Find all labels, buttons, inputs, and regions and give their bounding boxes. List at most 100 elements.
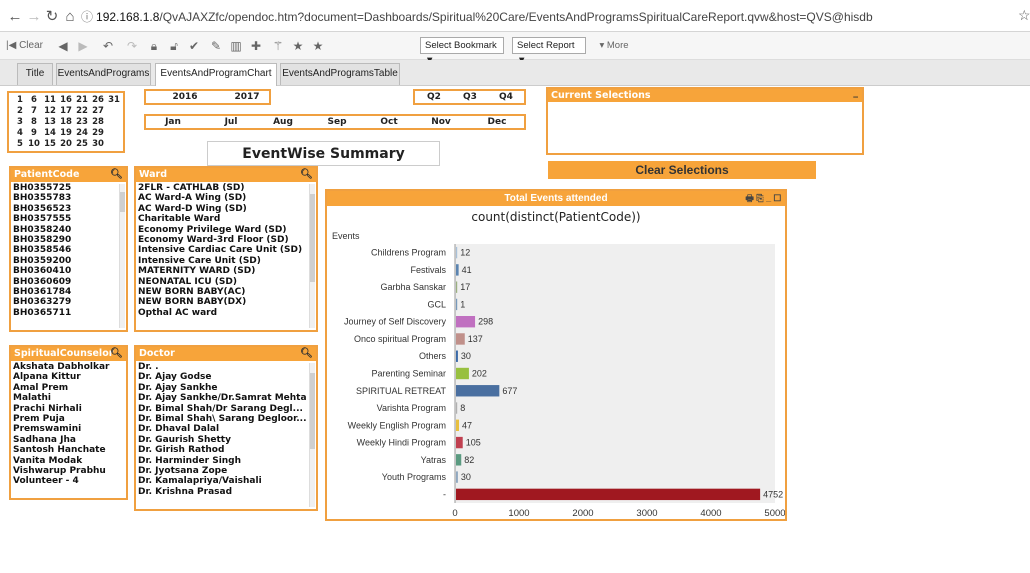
spiritual-counselor-item[interactable]: Santosh Hanchate	[11, 445, 124, 455]
back-icon[interactable]: ◀	[56, 38, 70, 54]
doctor-item[interactable]: Dr. Dhaval Dalal	[136, 424, 307, 434]
tab-events-and-program-chart[interactable]: EventsAndProgramChart	[155, 63, 277, 86]
day-cell[interactable]: 1	[13, 95, 27, 106]
ward-item[interactable]: AC Ward-D Wing (SD)	[136, 204, 307, 214]
search-icon[interactable]: 🔍︎	[300, 347, 313, 361]
day-cell[interactable]: 4	[13, 128, 27, 139]
doctor-item[interactable]: Dr. Gaurish Shetty	[136, 435, 307, 445]
forward-icon[interactable]: ▶	[76, 38, 90, 54]
print-icon[interactable]: 🖶	[745, 193, 754, 203]
doctor-item[interactable]: Dr. Ajay Sankhe	[136, 383, 307, 393]
spiritual-counselor-item[interactable]: Vanita Modak	[11, 456, 124, 466]
day-cell[interactable]: 18	[59, 117, 73, 128]
spiritual-counselor-item[interactable]: Alpana Kittur	[11, 372, 124, 382]
patient-code-item[interactable]: BH0358546	[11, 245, 117, 255]
patient-code-item[interactable]: BH0358240	[11, 225, 117, 235]
day-cell[interactable]: 14	[43, 128, 57, 139]
search-icon[interactable]: 🔍︎	[300, 168, 313, 182]
ward-item[interactable]: AC Ward-A Wing (SD)	[136, 193, 307, 203]
select-report-dropdown[interactable]: Select Report ▼	[512, 37, 586, 66]
day-cell[interactable]: 29	[91, 128, 105, 139]
day-cell[interactable]: 17	[59, 106, 73, 117]
doctor-item[interactable]: Dr. .	[136, 362, 307, 372]
tab-title[interactable]: Title	[17, 63, 53, 85]
spiritual-counselor-item[interactable]: Amal Prem	[11, 383, 124, 393]
doctor-item[interactable]: Dr. Ajay Godse	[136, 372, 307, 382]
minimize-icon[interactable]: _	[766, 193, 771, 203]
spiritual-counselor-item[interactable]: Volunteer - 4	[11, 476, 124, 486]
doctor-item[interactable]: Dr. Jyotsana Zope	[136, 466, 307, 476]
day-cell[interactable]: 27	[91, 106, 105, 117]
ward-item[interactable]: 2FLR - CATHLAB (SD)	[136, 183, 307, 193]
search-icon[interactable]: 🔍︎	[110, 347, 123, 361]
patient-code-item[interactable]: BH0358290	[11, 235, 117, 245]
chart-icon[interactable]: ▥	[228, 38, 244, 54]
unlock-icon[interactable]: 🔓︎	[166, 38, 182, 54]
doctor-item[interactable]: Dr. Krishna Prasad	[136, 487, 307, 497]
wand-icon[interactable]: ⚚	[270, 38, 286, 54]
clear-button[interactable]: |◀ Clear	[6, 38, 48, 54]
patient-code-item[interactable]: BH0365711	[11, 308, 117, 318]
home-icon[interactable]: ⌂	[61, 7, 79, 27]
year-2017[interactable]: 2017	[232, 91, 262, 103]
lock-icon[interactable]: 🔒︎	[146, 38, 162, 54]
quarter-q2[interactable]: Q2	[423, 91, 445, 103]
day-cell[interactable]: 30	[91, 139, 105, 150]
doctor-item[interactable]: Dr. Harminder Singh	[136, 456, 307, 466]
month-oct[interactable]: Oct	[374, 116, 404, 128]
day-cell[interactable]: 2	[13, 106, 27, 117]
spiritual-counselor-item[interactable]: Malathi	[11, 393, 124, 403]
day-cell[interactable]: 5	[13, 139, 27, 150]
search-icon[interactable]: 🔍︎	[110, 168, 123, 182]
spiritual-counselor-item[interactable]: Akshata Dabholkar	[11, 362, 124, 372]
doctor-item[interactable]: Dr. Ajay Sankhe/Dr.Samrat Mehta	[136, 393, 307, 403]
ward-item[interactable]: Intensive Care Unit (SD)	[136, 256, 307, 266]
maximize-icon[interactable]: ☐	[774, 193, 781, 203]
day-cell[interactable]: 9	[27, 128, 41, 139]
undo-icon[interactable]: ↶	[100, 38, 116, 54]
patient-code-item[interactable]: BH0363279	[11, 297, 117, 307]
day-cell[interactable]: 24	[75, 128, 89, 139]
month-jul[interactable]: Jul	[216, 116, 246, 128]
doctor-item[interactable]: Dr. Kamalapriya/Vaishali	[136, 476, 307, 486]
redo-icon[interactable]: ↷	[124, 38, 140, 54]
day-cell[interactable]: 25	[75, 139, 89, 150]
day-cell[interactable]: 22	[75, 106, 89, 117]
quarter-q4[interactable]: Q4	[495, 91, 517, 103]
month-aug[interactable]: Aug	[268, 116, 298, 128]
edit-icon[interactable]: ✎	[208, 38, 224, 54]
forward-arrow-icon[interactable]: →	[25, 7, 43, 27]
clear-selections-button[interactable]: Clear Selections	[548, 161, 816, 179]
day-cell[interactable]: 28	[91, 117, 105, 128]
doctor-item[interactable]: Dr. Girish Rathod	[136, 445, 307, 455]
ward-item[interactable]: NEW BORN BABY(DX)	[136, 297, 307, 307]
ward-item[interactable]: Charitable Ward	[136, 214, 307, 224]
month-jan[interactable]: Jan	[158, 116, 188, 128]
ward-item[interactable]: Opthal AC ward	[136, 308, 307, 318]
year-2016[interactable]: 2016	[170, 91, 200, 103]
patient-code-item[interactable]: BH0359200	[11, 256, 117, 266]
day-cell[interactable]: 13	[43, 117, 57, 128]
add-icon[interactable]: ✚	[248, 38, 264, 54]
spiritual-counselor-item[interactable]: Sadhana Jha	[11, 435, 124, 445]
tab-events-and-programs-table[interactable]: EventsAndProgramsTable	[280, 63, 400, 85]
patient-code-scrollbar[interactable]	[119, 184, 125, 328]
day-cell[interactable]: 19	[59, 128, 73, 139]
patient-code-item[interactable]: BH0357555	[11, 214, 117, 224]
patient-code-item[interactable]: BH0361784	[11, 287, 117, 297]
doctor-item[interactable]: Dr. Bimal Shah/Dr Sarang Degl...	[136, 404, 307, 414]
ward-item[interactable]: Intensive Cardiac Care Unit (SD)	[136, 245, 307, 255]
day-cell[interactable]: 6	[27, 95, 41, 106]
ward-item[interactable]: Economy Privilege Ward (SD)	[136, 225, 307, 235]
spiritual-counselor-item[interactable]: Vishwarup Prabhu	[11, 466, 124, 476]
reload-icon[interactable]: ↻	[43, 7, 61, 27]
doctor-item[interactable]: Dr. Bimal Shah\ Sarang Degloor...	[136, 414, 307, 424]
more-button[interactable]: ▾ More	[594, 38, 634, 54]
day-cell[interactable]: 31	[107, 95, 121, 106]
day-cell[interactable]: 7	[27, 106, 41, 117]
patient-code-item[interactable]: BH0355783	[11, 193, 117, 203]
url-field[interactable]: ⓘ 192.168.1.8/QvAJAXZfc/opendoc.htm?docum…	[81, 7, 981, 27]
select-bookmark-dropdown[interactable]: Select Bookmark ▼	[420, 37, 504, 66]
day-cell[interactable]: 3	[13, 117, 27, 128]
day-cell[interactable]: 23	[75, 117, 89, 128]
